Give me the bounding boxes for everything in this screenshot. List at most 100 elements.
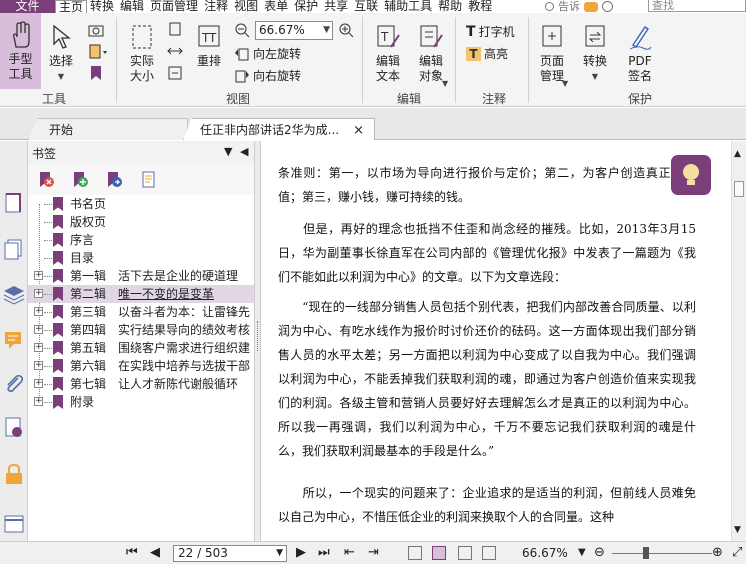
expand-icon[interactable]: +: [34, 343, 43, 352]
single-page-view-icon[interactable]: [408, 546, 422, 560]
fit-visible-icon[interactable]: [167, 65, 183, 81]
highlight-button[interactable]: T 高亮: [466, 45, 508, 62]
menu-edit[interactable]: 编辑: [117, 0, 147, 13]
menu-form[interactable]: 表单: [261, 0, 291, 13]
zoom-out-icon[interactable]: [234, 22, 250, 38]
pages-icon[interactable]: [3, 239, 25, 261]
bookmark-item[interactable]: 目录: [28, 249, 254, 267]
fullscreen-icon[interactable]: ⤢: [732, 546, 742, 560]
fit-page-icon[interactable]: [167, 21, 183, 37]
zoom-in-icon[interactable]: [338, 22, 354, 38]
facing-view-icon[interactable]: [458, 546, 472, 560]
form-fields-icon[interactable]: [3, 513, 25, 535]
menu-share[interactable]: 共享: [321, 0, 351, 13]
comments-icon[interactable]: [3, 329, 25, 351]
menu-home[interactable]: 主页: [55, 0, 88, 13]
page-number-input[interactable]: 22 / 503 ▼: [173, 545, 287, 562]
expand-icon[interactable]: +: [34, 289, 43, 298]
zoom-in-icon[interactable]: ⊕: [712, 546, 723, 560]
assistant-bubble-button[interactable]: [671, 155, 711, 195]
typewriter-button[interactable]: T 打字机: [466, 23, 515, 40]
scroll-down-icon[interactable]: ▼: [734, 525, 741, 535]
bookmark-item[interactable]: + 附录: [28, 393, 254, 411]
menu-accessibility[interactable]: 辅助工具: [381, 0, 435, 13]
bookmark-item[interactable]: 书名页: [28, 195, 254, 213]
page-manage-button[interactable]: 页面 管理: [534, 23, 570, 84]
search-input[interactable]: 查找: [648, 0, 746, 12]
menu-comment[interactable]: 注释: [201, 0, 231, 13]
bookmark-item[interactable]: + 第一辑 活下去是企业的硬道理: [28, 267, 254, 285]
menu-connect[interactable]: 互联: [351, 0, 381, 13]
expand-icon[interactable]: +: [34, 397, 43, 406]
bookmark-properties-icon[interactable]: [140, 171, 158, 189]
user-icon[interactable]: [602, 1, 613, 12]
panel-options-icon[interactable]: ▼: [224, 145, 232, 158]
bookmark-item[interactable]: + 第七辑 让人才新陈代谢般循环: [28, 375, 254, 393]
bookmark-add-icon[interactable]: [88, 65, 104, 81]
tab-start[interactable]: 开始: [28, 118, 188, 140]
expand-icon[interactable]: +: [34, 325, 43, 334]
snapshot-icon[interactable]: [88, 23, 104, 37]
convert-button[interactable]: 转换 ▼: [578, 23, 612, 84]
file-menu[interactable]: 文件: [0, 0, 55, 13]
select-button[interactable]: 选择 ▼: [45, 23, 77, 84]
layers-icon[interactable]: [3, 283, 25, 305]
menu-protect[interactable]: 保护: [291, 0, 321, 13]
pdf-sign-button[interactable]: PDF 签名: [622, 23, 658, 84]
first-page-icon[interactable]: ⏮: [126, 546, 138, 560]
continuous-facing-view-icon[interactable]: [482, 546, 496, 560]
actual-size-button[interactable]: 实际 大小: [126, 23, 158, 84]
expand-icon[interactable]: +: [34, 307, 43, 316]
rotate-right-button[interactable]: 向右旋转: [234, 67, 301, 84]
last-page-icon[interactable]: ⏭: [318, 546, 330, 560]
bookmark-item[interactable]: + 第四辑 实行结果导向的绩效考核: [28, 321, 254, 339]
rotate-left-button[interactable]: 向左旋转: [234, 45, 301, 62]
reflow-button[interactable]: TT 重排: [194, 23, 224, 69]
zoom-slider-track[interactable]: [612, 553, 712, 554]
zoom-level-select[interactable]: 66.67% ▼: [255, 21, 333, 40]
clipboard-icon[interactable]: [88, 43, 108, 59]
scroll-up-icon[interactable]: ▲: [734, 149, 741, 159]
attachment-icon[interactable]: [3, 373, 25, 395]
menu-page-manage[interactable]: 页面管理: [147, 0, 201, 13]
menu-view[interactable]: 视图: [231, 0, 261, 13]
edit-text-button[interactable]: T 编辑 文本: [372, 23, 404, 84]
bookmark-item[interactable]: + 第六辑 在实践中培养与选拔干部: [28, 357, 254, 375]
menu-tutorial[interactable]: 教程: [465, 0, 495, 13]
page-thumbnail-icon[interactable]: [3, 193, 25, 215]
bookmark-item-selected[interactable]: + 第二辑 唯一不变的是变革: [28, 285, 254, 303]
panel-splitter[interactable]: [254, 141, 261, 541]
next-page-icon[interactable]: ▶: [296, 546, 306, 560]
vertical-scrollbar[interactable]: ▲ ▼: [731, 141, 746, 541]
hand-tool-button[interactable]: 手型 工具: [0, 13, 41, 89]
add-child-bookmark-icon[interactable]: [106, 171, 124, 189]
zoom-menu-icon[interactable]: ▼: [578, 546, 586, 560]
document-view[interactable]: 条准则：第一，以市场为导向进行报价与定价；第二，为客户创造真正的价值；第三，赚小…: [261, 141, 731, 541]
previous-view-icon[interactable]: ⇤: [344, 546, 355, 560]
close-icon[interactable]: ×: [353, 123, 364, 138]
splitter-grip[interactable]: [257, 321, 259, 351]
zoom-out-icon[interactable]: ⊖: [594, 546, 605, 560]
scrollbar-thumb[interactable]: [734, 181, 744, 197]
thumbs-up-icon[interactable]: [584, 1, 598, 12]
collapse-panel-icon[interactable]: ◀: [240, 145, 248, 158]
delete-bookmark-icon[interactable]: [38, 171, 56, 189]
expand-icon[interactable]: +: [34, 361, 43, 370]
menu-convert[interactable]: 转换: [87, 0, 117, 13]
edit-object-button[interactable]: 编辑 对象: [412, 23, 450, 84]
bookmark-item[interactable]: 序言: [28, 231, 254, 249]
menu-help[interactable]: 帮助: [435, 0, 465, 13]
continuous-view-icon[interactable]: [432, 546, 446, 560]
tab-document[interactable]: 任正非内部讲话2华为成... ×: [183, 118, 375, 140]
fit-width-icon[interactable]: [167, 43, 183, 59]
bookmark-item[interactable]: + 第三辑 以奋斗者为本：让雷锋先: [28, 303, 254, 321]
bookmark-item[interactable]: 版权页: [28, 213, 254, 231]
tell-me-area[interactable]: 告诉: [545, 0, 613, 13]
lock-icon[interactable]: [3, 463, 25, 485]
zoom-slider-thumb[interactable]: [643, 547, 649, 559]
expand-icon[interactable]: +: [34, 271, 43, 280]
signature-panel-icon[interactable]: [3, 417, 25, 439]
bookmark-item[interactable]: + 第五辑 围绕客户需求进行组织建: [28, 339, 254, 357]
add-bookmark-icon[interactable]: [72, 171, 90, 189]
next-view-icon[interactable]: ⇥: [368, 546, 379, 560]
